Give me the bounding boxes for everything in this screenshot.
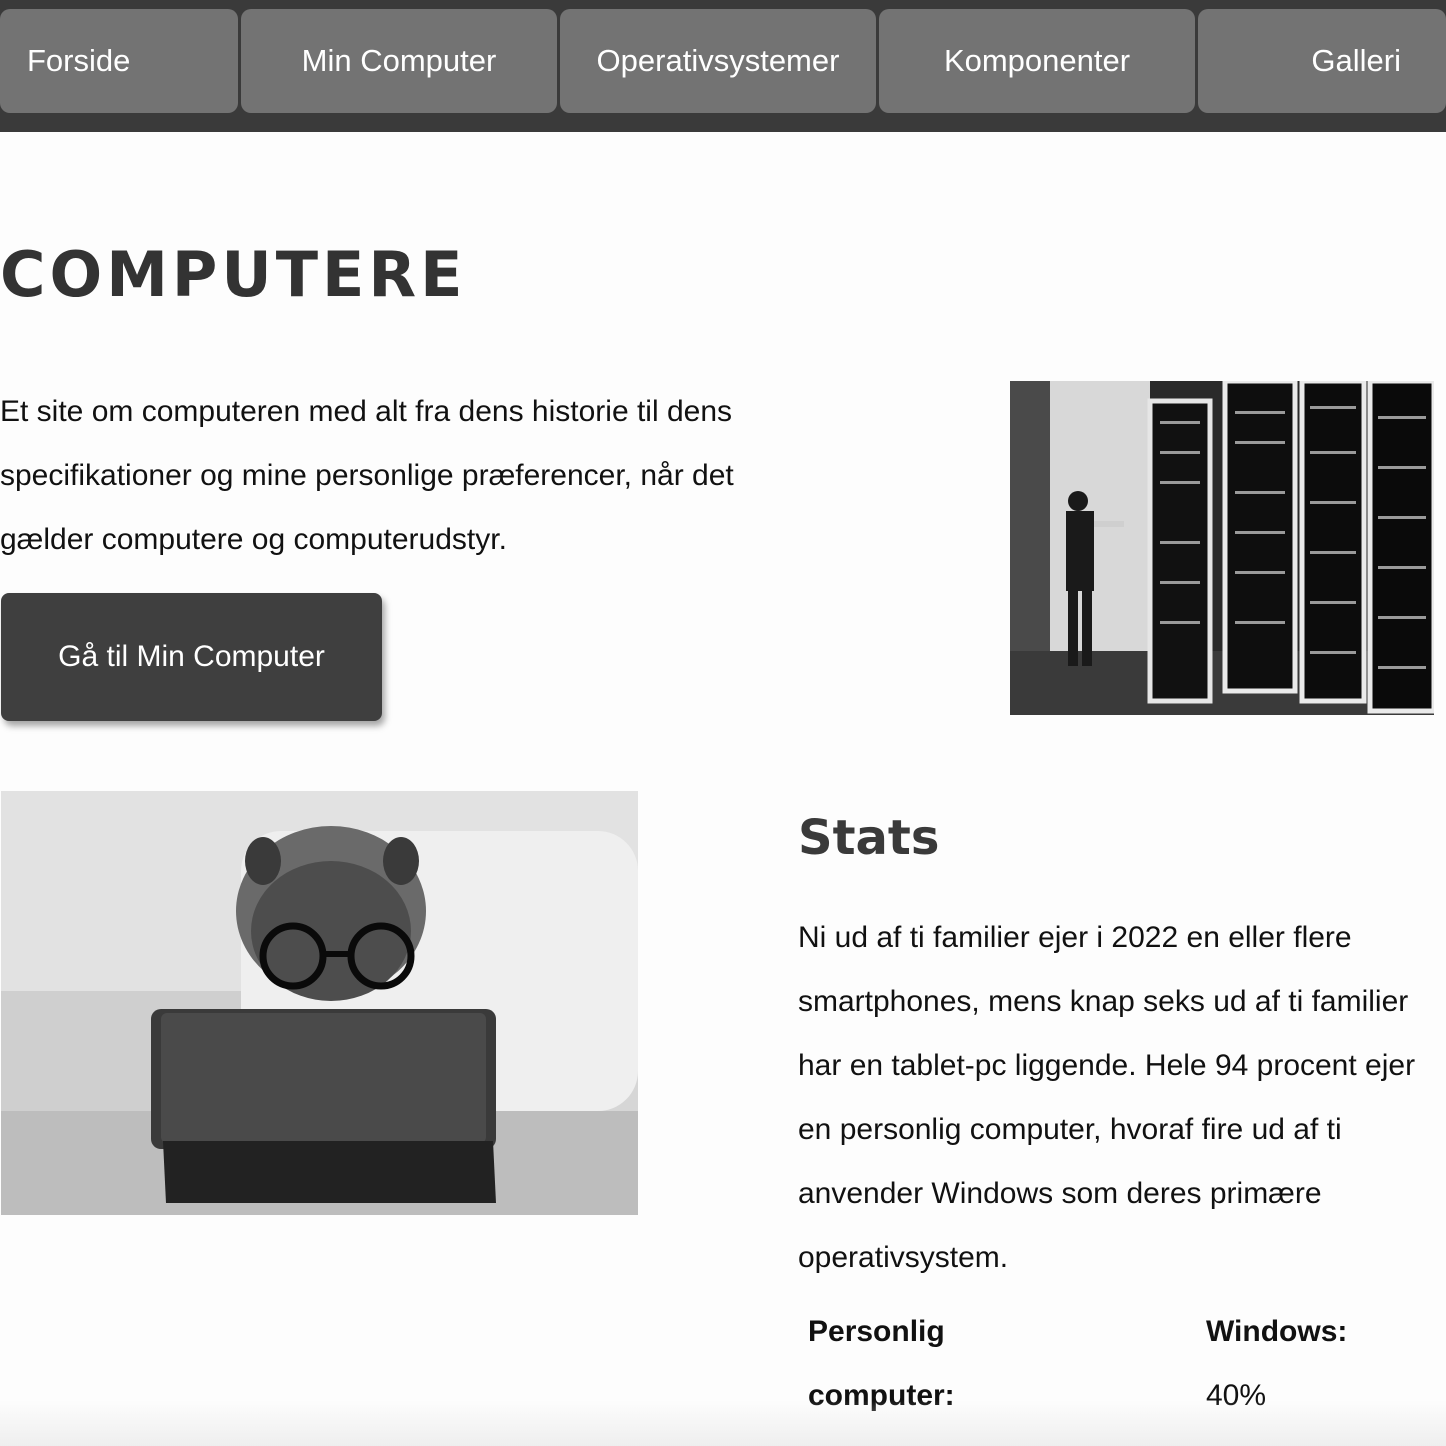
nav-item-label: Operativsystemer xyxy=(596,43,840,78)
nav-item-operativsystemer[interactable]: Operativsystemer xyxy=(560,9,876,113)
mainframe-illustration xyxy=(1010,381,1434,715)
nav-item-label: Min Computer xyxy=(301,43,497,78)
bottom-fade xyxy=(0,1400,1446,1446)
cta-label: Gå til Min Computer xyxy=(58,640,325,673)
stat-label-line: Personlig xyxy=(808,1315,945,1348)
nav-item-label: Forside xyxy=(27,43,131,78)
nav-item-label: Galleri xyxy=(1311,43,1401,78)
dog-illustration xyxy=(1,791,638,1215)
stat-label-windows: Windows: xyxy=(1206,1315,1348,1348)
intro-text: Et site om computeren med alt fra dens h… xyxy=(0,395,734,556)
stats-heading: Stats xyxy=(798,810,940,866)
stats-paragraph: Ni ud af ti familier ejer i 2022 en elle… xyxy=(798,921,1416,1274)
page-title: COMPUTERE xyxy=(0,238,467,311)
nav-item-min-computer[interactable]: Min Computer xyxy=(241,9,557,113)
nav-item-forside[interactable]: Forside xyxy=(0,9,238,113)
nav-item-label: Komponenter xyxy=(943,43,1131,78)
dog-with-tablet-photo xyxy=(1,791,638,1215)
main-navigation: Forside Min Computer Operativsystemer Ko… xyxy=(0,0,1446,132)
go-to-min-computer-button[interactable]: Gå til Min Computer xyxy=(1,593,382,721)
nav-item-galleri[interactable]: Galleri xyxy=(1198,9,1446,113)
nav-item-komponenter[interactable]: Komponenter xyxy=(879,9,1195,113)
mainframe-computer-photo xyxy=(1010,381,1434,715)
